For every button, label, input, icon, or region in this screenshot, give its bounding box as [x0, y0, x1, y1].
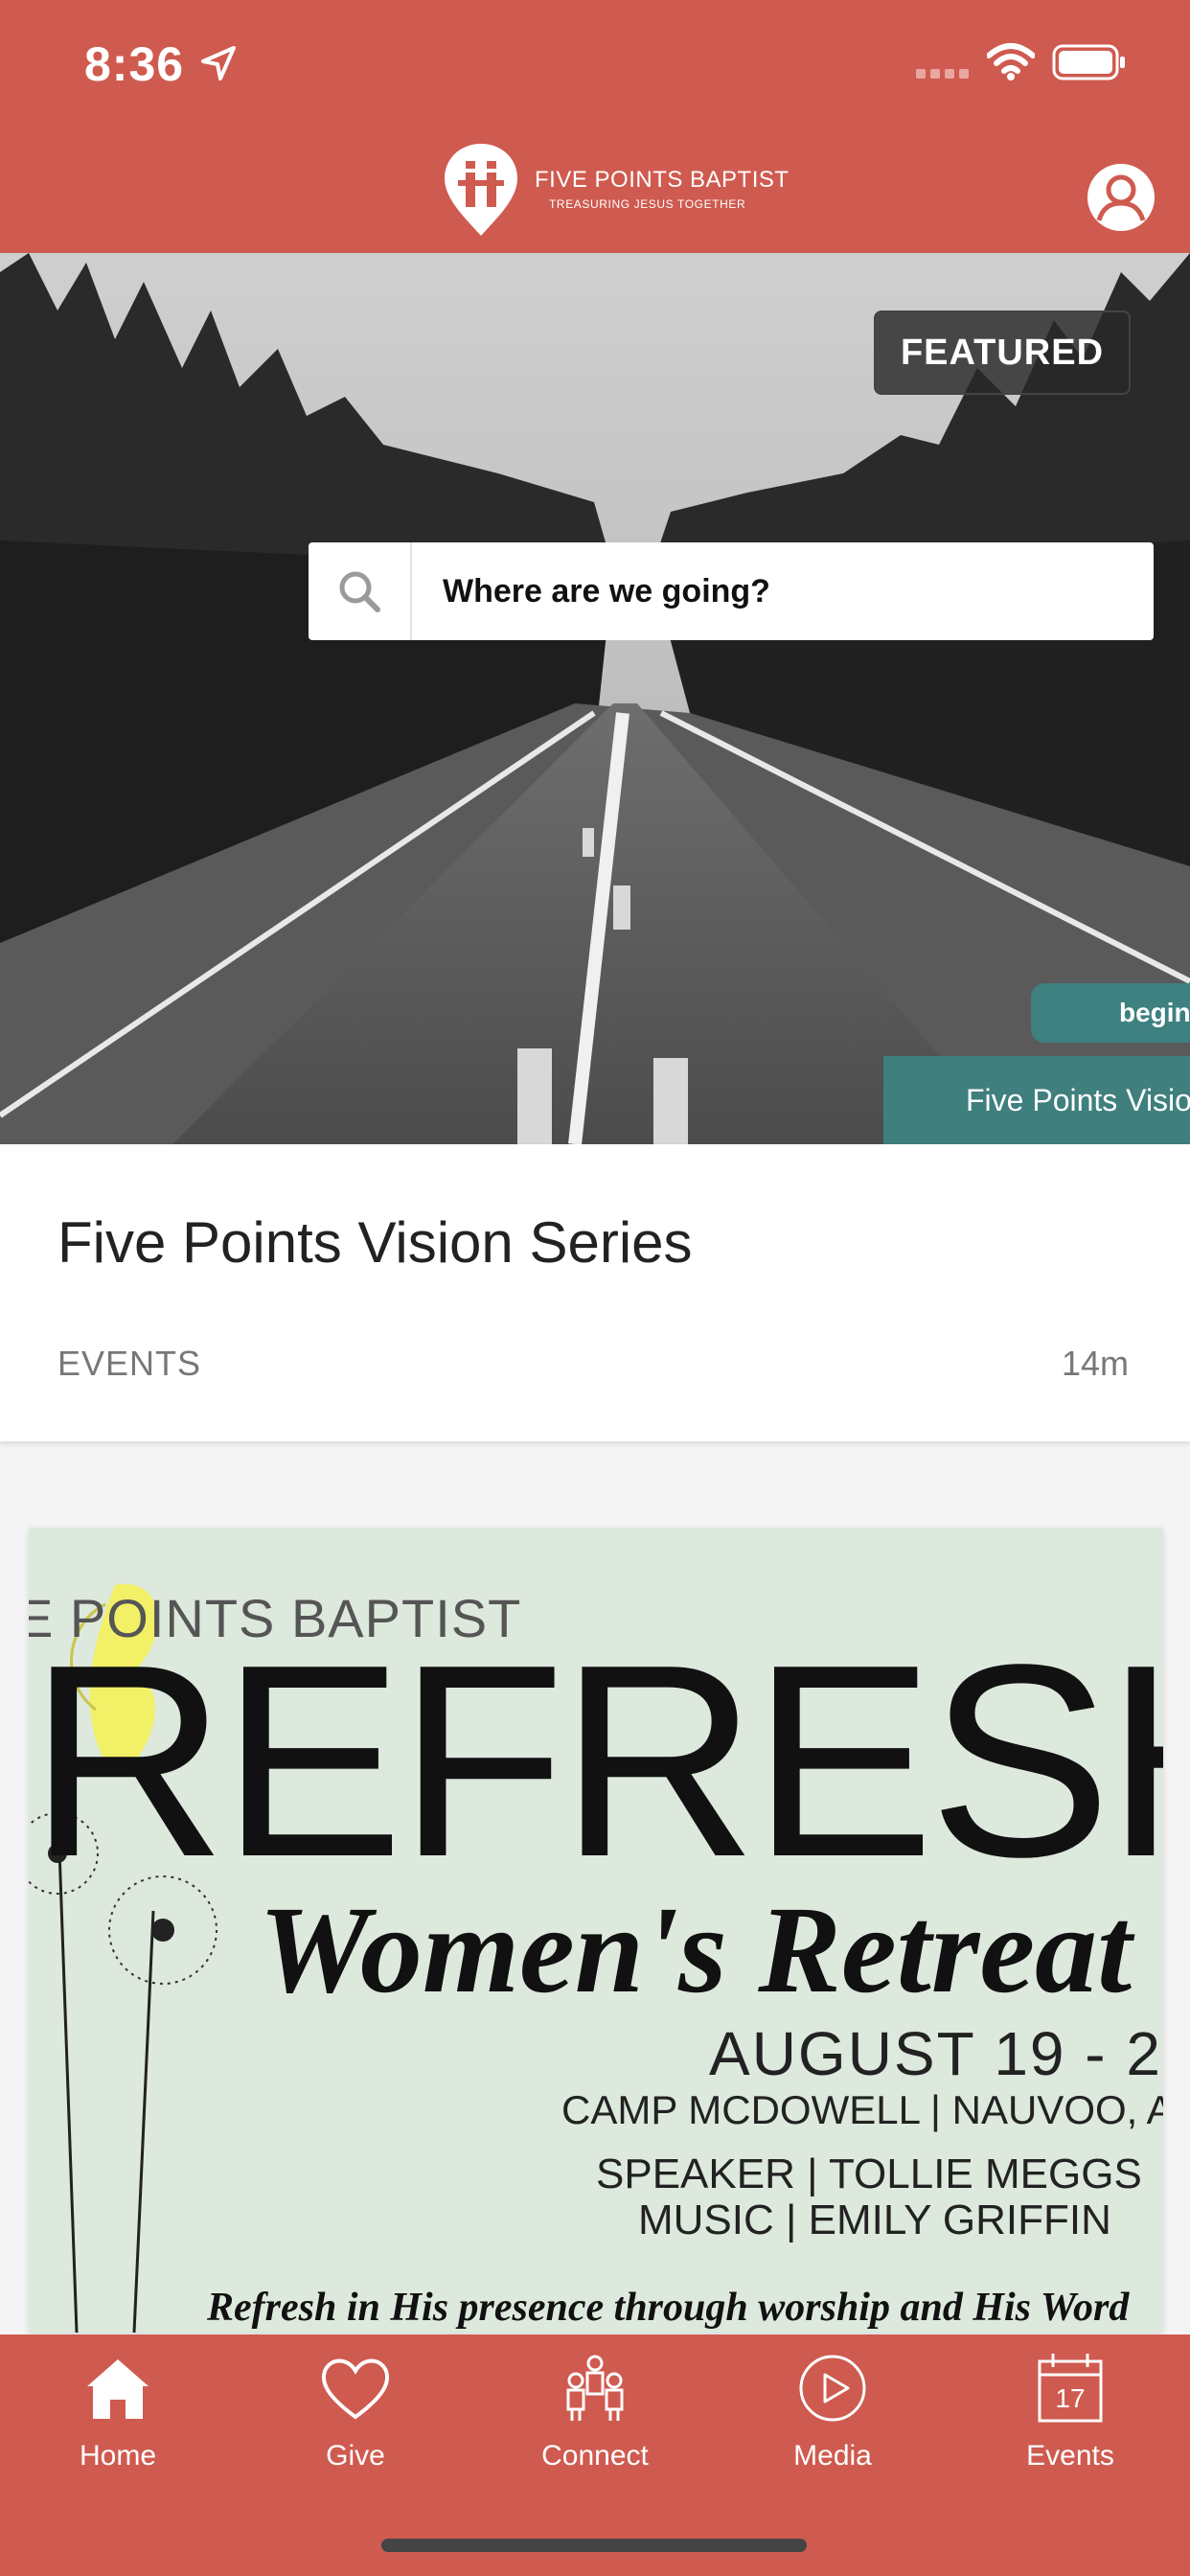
wifi-icon	[987, 43, 1035, 80]
calendar-day: 17	[1055, 2383, 1085, 2413]
card-category: EVENTS	[57, 1344, 202, 1383]
location-arrow-icon	[201, 46, 236, 80]
signal-icon	[916, 69, 969, 79]
featured-badge: FEATURED	[874, 310, 1131, 395]
tab-give[interactable]: Give	[260, 2350, 451, 2484]
retreat-event-card[interactable]: E POINTS BAPTIST REFRESH Women's Retreat…	[29, 1528, 1163, 2333]
retreat-music: MUSIC | EMILY GRIFFIN	[638, 2196, 1111, 2243]
search-icon-wrap	[309, 542, 412, 640]
church-logo-icon	[445, 144, 517, 236]
status-time: 8:36	[84, 37, 185, 91]
tab-connect[interactable]: Connect	[499, 2350, 691, 2484]
tab-events[interactable]: 17 Events	[974, 2350, 1166, 2484]
tab-home[interactable]: Home	[22, 2350, 214, 2484]
brand-text: FIVE POINTS BAPTIST TREASURING JESUS TOG…	[535, 167, 790, 211]
tab-give-label: Give	[326, 2440, 385, 2472]
card-title: Five Points Vision Series	[57, 1210, 693, 1275]
tab-home-label: Home	[79, 2440, 157, 2472]
retreat-headline: REFRESH	[29, 1607, 1163, 1914]
brand-name: FIVE POINTS BAPTIST	[535, 167, 790, 193]
vision-strip: Five Points Visio	[883, 1056, 1190, 1144]
retreat-location: CAMP MCDOWELL | NAUVOO, AL	[561, 2087, 1163, 2132]
home-indicator	[381, 2539, 807, 2552]
search-placeholder: Where are we going?	[443, 572, 770, 610]
tab-connect-label: Connect	[541, 2440, 649, 2472]
retreat-speaker: SPEAKER | TOLLIE MEGGS	[596, 2150, 1142, 2197]
retreat-subheadline: Women's Retreat	[259, 1881, 1133, 2019]
people-icon	[566, 2355, 624, 2421]
brand-tagline: TREASURING JESUS TOGETHER	[549, 197, 746, 211]
card-age: 14m	[1061, 1344, 1129, 1383]
calendar-icon: 17	[1038, 2354, 1103, 2423]
home-icon	[87, 2359, 149, 2419]
tab-events-label: Events	[1026, 2440, 1114, 2472]
begin-pill: begin	[1031, 983, 1190, 1043]
play-icon	[799, 2355, 866, 2422]
tab-media-label: Media	[793, 2440, 872, 2472]
tab-media[interactable]: Media	[737, 2350, 928, 2484]
retreat-date: AUGUST 19 - 2	[709, 2019, 1162, 2088]
featured-card-info[interactable]	[0, 1144, 1190, 1441]
profile-icon[interactable]	[1087, 163, 1156, 232]
hero-search-box[interactable]: Where are we going?	[309, 542, 1154, 640]
retreat-tagline: Refresh in His presence through worship …	[207, 2286, 1130, 2330]
battery-icon	[1052, 44, 1125, 80]
search-icon	[339, 571, 380, 612]
heart-icon	[321, 2358, 390, 2420]
